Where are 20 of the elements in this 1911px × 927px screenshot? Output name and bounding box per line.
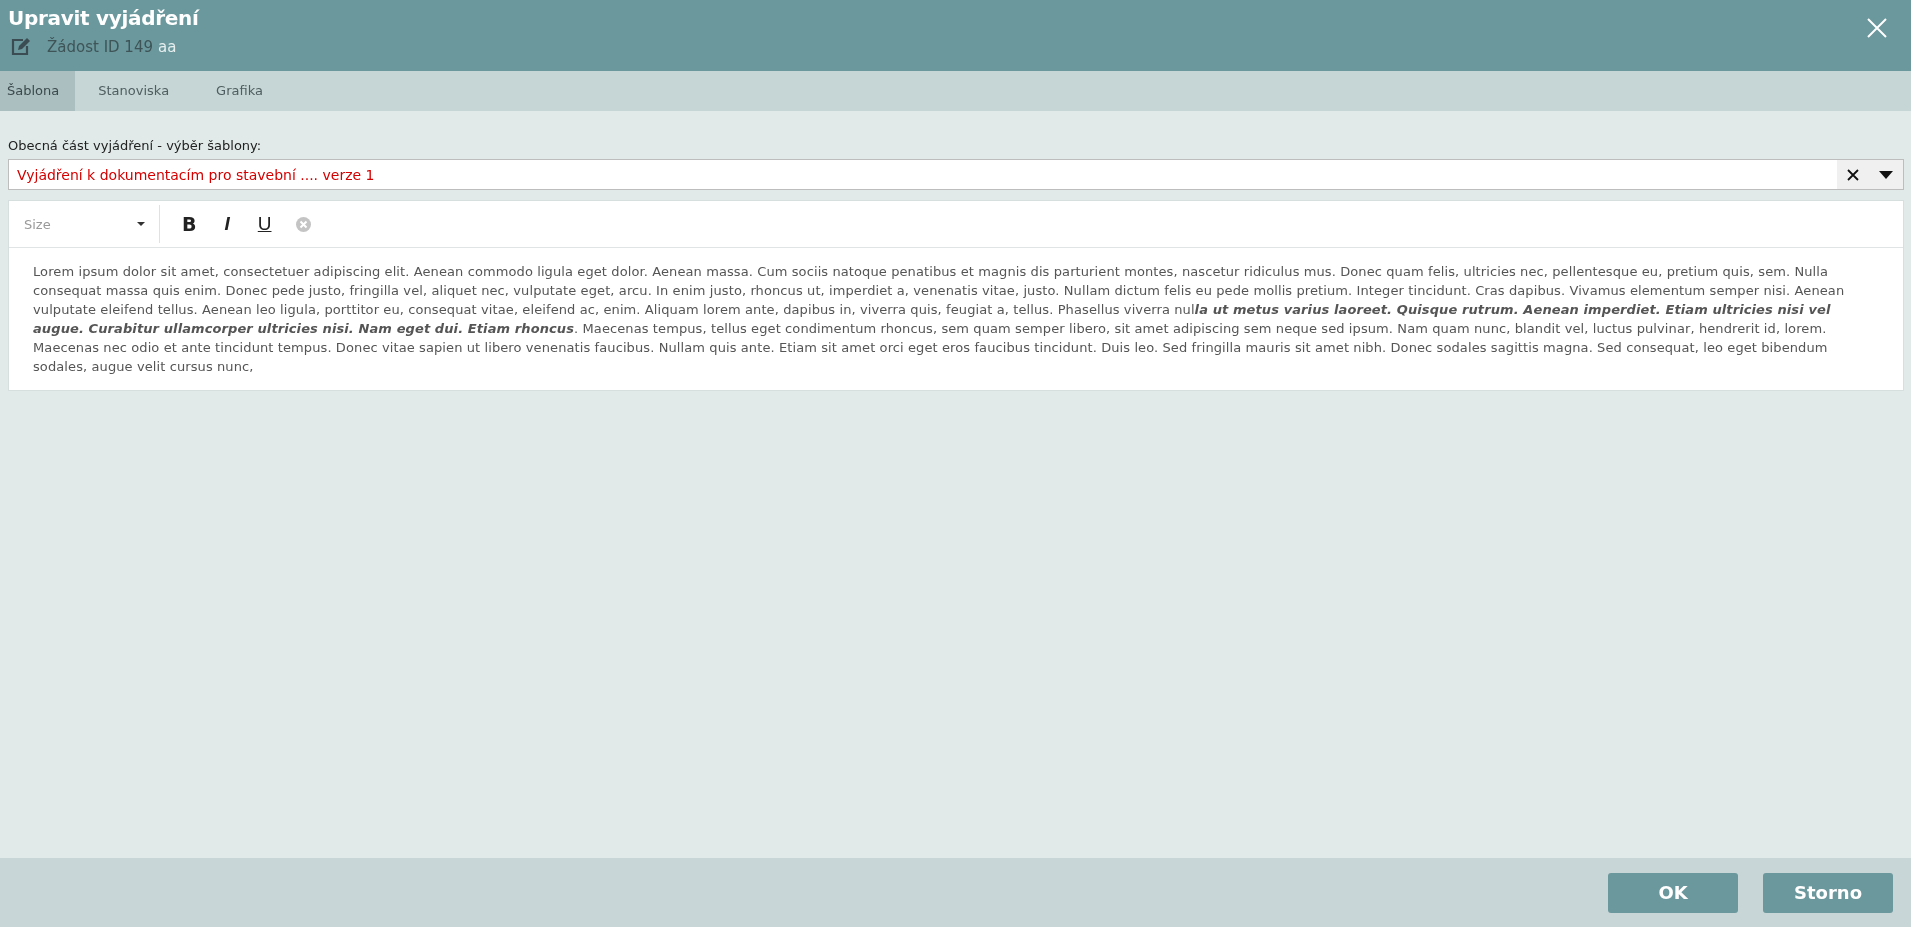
- edit-icon: [11, 37, 31, 56]
- tab[interactable]: Stanoviska: [91, 71, 190, 111]
- cancel-button[interactable]: Storno: [1763, 872, 1893, 913]
- field-label: Obecná část vyjádření - výběr šablony:: [8, 138, 263, 153]
- ok-button[interactable]: OK: [1608, 872, 1738, 913]
- request-note: aa: [158, 37, 177, 56]
- bold-button[interactable]: B: [172, 213, 207, 235]
- underline-button[interactable]: U: [247, 213, 282, 235]
- clear-icon[interactable]: [1847, 168, 1859, 181]
- template-select[interactable]: Vyjádření k dokumentacím pro stavební .... verze 1: [8, 159, 1904, 190]
- tab[interactable]: Šablona: [0, 71, 76, 111]
- request-id: Žádost ID 149: [47, 37, 153, 56]
- italic-button[interactable]: I: [214, 213, 240, 235]
- dropdown-caret-icon[interactable]: [1879, 170, 1893, 179]
- size-select[interactable]: Size: [24, 216, 159, 232]
- close-icon[interactable]: [1867, 18, 1887, 38]
- tab[interactable]: Grafika: [209, 71, 283, 111]
- editor-text: Lorem ipsum dolor sit amet, consectetuer adipiscing elit. Aenean commodo ligula eget dolor. Aenean massa. Cum sociis natoque penatibus et magnis dis parturient montes, nascetur ridiculus mus. Donec quam felis, ultricies nec, pellentesque eu, pretium quis, sem. Nulla consequat massa quis enim. Donec pede justo, fringilla vel, aliquet nec, vulputate eget, arcu. In enim justo, rhoncus ut, imperdiet a, venenatis vitae, justo. Nullam dictum felis eu pede mollis pretium. Integer tincidunt. Cras dapibus. Vivamus elementum semper nisi. Aenean vulputate eleifend tellus. Aenean leo ligula, porttitor eu, consequat vitae, eleifend ac, enim. Aliquam lorem ante, dapibus in, viverra quis, feugiat a, tellus. Phasellus viverra nulla ut metus varius laoreet. Quisque rutrum. Aenean imperdiet. Etiam ultricies nisi vel augue. Curabitur ullamcorper ultricies nisi. Nam eget dui. Etiam rhoncus. Maecenas tempus, tellus eget condimentum rhoncus, sem quam semper libero, sit amet adipiscing sem neque sed ipsum. Nam quam nunc, blandit vel, luctus pulvinar, hendrerit id, lorem. Maecenas nec odio et ante tincidunt tempus. Donec vitae sapien ut libero venenatis faucibus. Nullam quis ante. Etiam sit amet orci eget eros faucibus tincidunt. Duis leo. Sed fringilla mauris sit amet nibh. Donec sodales sagittis magna. Sed consequat, leo eget bibendum sodales, augue velit cursus nunc,: [33, 263, 1846, 376]
- window-title: Upravit vyjádření: [8, 6, 199, 30]
- caret-icon[interactable]: [137, 222, 145, 226]
